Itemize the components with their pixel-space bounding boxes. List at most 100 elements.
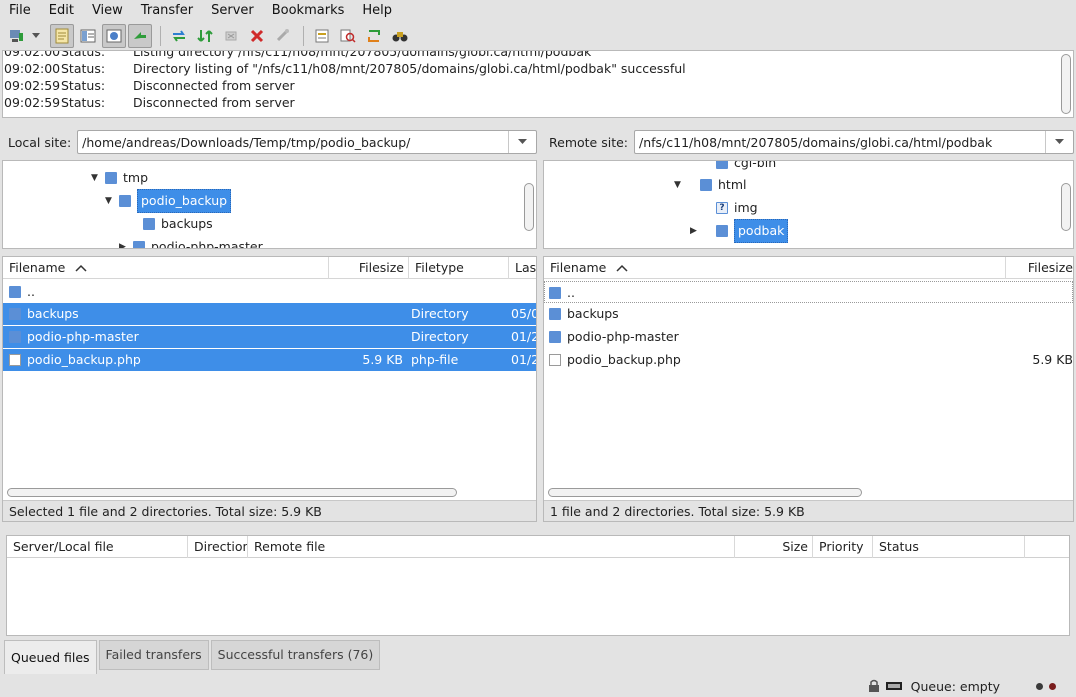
column-label: Remote file	[254, 539, 326, 554]
reconnect-icon[interactable]	[271, 24, 295, 48]
log-message: Listing directory /nfs/c11/h08/mnt/20780…	[133, 50, 592, 59]
menu-bookmarks[interactable]: Bookmarks	[263, 0, 354, 22]
column-last-modified[interactable]: Last	[509, 257, 536, 279]
sync-browse-icon[interactable]	[362, 24, 386, 48]
column-filename[interactable]: Filename	[544, 257, 1006, 279]
queue-tabs: Queued files Failed transfers Successful…	[0, 640, 1076, 674]
queue-header: Server/Local file Direction Remote file …	[7, 536, 1069, 558]
log-type: Status:	[61, 78, 106, 93]
folder-icon	[9, 286, 21, 298]
refresh-icon[interactable]	[167, 24, 191, 48]
remote-list-hscrollbar[interactable]	[548, 488, 862, 497]
log-row: 09:02:00 Status: Listing directory /nfs/…	[3, 50, 1073, 60]
folder-icon	[133, 241, 145, 248]
remote-tree-icon[interactable]	[102, 24, 126, 48]
process-queue-icon[interactable]	[193, 24, 217, 48]
column-filetype[interactable]: Filetype	[409, 257, 509, 279]
folder-icon	[9, 331, 21, 343]
file-row-backups[interactable]: backups	[544, 303, 1073, 325]
filter-icon[interactable]	[310, 24, 334, 48]
menu-transfer[interactable]: Transfer	[132, 0, 202, 22]
column-size[interactable]: Size	[735, 536, 813, 558]
activity-led-right-icon	[1049, 682, 1056, 690]
column-filesize[interactable]: Filesize	[329, 257, 409, 279]
log-message: Disconnected from server	[133, 95, 295, 110]
local-site-bar: Local site: /home/andreas/Downloads/Temp…	[2, 125, 537, 159]
folder-icon	[549, 308, 561, 320]
message-log[interactable]: 09:02:00 Status: Listing directory /nfs/…	[2, 50, 1074, 118]
column-label: Filename	[550, 260, 607, 275]
tree-item-label: html	[718, 177, 747, 192]
activity-led-left-icon	[1036, 682, 1043, 690]
file-row-parent[interactable]: ..	[3, 281, 536, 303]
menu-edit[interactable]: Edit	[40, 0, 83, 22]
expanded-arrow-icon[interactable]: ▼	[105, 190, 119, 212]
disconnect-icon[interactable]	[245, 24, 269, 48]
menu-view[interactable]: View	[83, 0, 132, 22]
collapsed-arrow-icon[interactable]: ▶	[690, 220, 704, 242]
collapsed-arrow-icon[interactable]: ▶	[119, 236, 133, 248]
local-tree-icon[interactable]	[76, 24, 100, 48]
column-server-local-file[interactable]: Server/Local file	[7, 536, 188, 558]
local-path-value[interactable]: /home/andreas/Downloads/Temp/tmp/podio_b…	[78, 135, 508, 150]
tab-queued-files[interactable]: Queued files	[4, 640, 97, 674]
site-manager-icon[interactable]	[4, 24, 28, 48]
expanded-arrow-icon[interactable]: ▼	[674, 174, 688, 196]
search-icon[interactable]	[388, 24, 412, 48]
local-file-list[interactable]: Filename Filesize Filetype Last .. backu…	[2, 256, 537, 522]
transfer-queue[interactable]: Server/Local file Direction Remote file …	[6, 535, 1070, 636]
tree-item-podbak[interactable]: ▶ podbak	[690, 219, 789, 243]
folder-icon	[716, 161, 728, 169]
local-directory-tree[interactable]: ▼ tmp ▼ podio_backup backups ▶ podio-php…	[2, 160, 537, 249]
column-remote-file[interactable]: Remote file	[248, 536, 735, 558]
file-row-parent[interactable]: ..	[544, 281, 1073, 303]
file-row-podio-php-master[interactable]: podio-php-master	[544, 326, 1073, 348]
tree-item-img[interactable]: ? img	[716, 197, 758, 219]
folder-icon	[119, 195, 131, 207]
tree-item-cgi-bin[interactable]: cgi-bin	[716, 161, 776, 174]
file-row-podio-php-master[interactable]: podio-php-master Directory 01/2	[3, 326, 536, 348]
menu-help[interactable]: Help	[353, 0, 401, 22]
tree-item-podio-backup[interactable]: ▼ podio_backup	[105, 189, 232, 213]
cancel-icon[interactable]	[219, 24, 243, 48]
tree-item-podio-php-master[interactable]: ▶ podio-php-master	[119, 236, 263, 248]
chevron-down-icon[interactable]	[508, 131, 536, 153]
local-tree-scrollbar[interactable]	[524, 183, 534, 231]
file-last-modified: 05/0	[511, 306, 537, 321]
tab-successful-transfers[interactable]: Successful transfers (76)	[210, 640, 381, 670]
message-log-icon[interactable]	[50, 24, 74, 48]
file-row-podio-backup-php[interactable]: podio_backup.php 5.9 KB	[544, 349, 1073, 371]
folder-icon	[105, 172, 117, 184]
remote-path-combo[interactable]: /nfs/c11/h08/mnt/207805/domains/globi.ca…	[634, 130, 1074, 154]
remote-tree-scrollbar[interactable]	[1061, 183, 1071, 231]
tree-item-tmp[interactable]: ▼ tmp	[91, 167, 148, 189]
log-scrollbar[interactable]	[1061, 54, 1071, 114]
remote-directory-tree[interactable]: cgi-bin ▼ html ? img ▶ podbak	[543, 160, 1074, 249]
column-priority[interactable]: Priority	[813, 536, 873, 558]
file-row-backups[interactable]: backups Directory 05/0	[3, 303, 536, 325]
local-list-hscrollbar[interactable]	[7, 488, 457, 497]
remote-file-list[interactable]: Filename Filesize .. backups podio-php-m…	[543, 256, 1074, 522]
local-path-combo[interactable]: /home/andreas/Downloads/Temp/tmp/podio_b…	[77, 130, 537, 154]
expanded-arrow-icon[interactable]: ▼	[91, 167, 105, 189]
speed-limit-icon[interactable]	[885, 680, 903, 692]
log-message: Directory listing of "/nfs/c11/h08/mnt/2…	[133, 61, 686, 76]
site-manager-dropdown-icon[interactable]	[30, 24, 42, 48]
menu-file[interactable]: File	[0, 0, 40, 22]
compare-icon[interactable]	[336, 24, 360, 48]
file-icon	[549, 354, 561, 366]
file-row-podio-backup-php[interactable]: podio_backup.php 5.9 KB php-file 01/2	[3, 349, 536, 371]
tree-item-html[interactable]: ▼ html	[674, 174, 746, 196]
file-name: podio-php-master	[567, 329, 679, 344]
transfer-queue-icon[interactable]	[128, 24, 152, 48]
tree-item-backups[interactable]: backups	[143, 213, 213, 235]
queue-status: Queue: empty	[910, 678, 1000, 694]
column-filesize[interactable]: Filesize	[1006, 257, 1073, 279]
menu-server[interactable]: Server	[202, 0, 263, 22]
remote-path-value[interactable]: /nfs/c11/h08/mnt/207805/domains/globi.ca…	[635, 135, 1045, 150]
chevron-down-icon[interactable]	[1045, 131, 1073, 153]
column-filename[interactable]: Filename	[3, 257, 329, 279]
column-direction[interactable]: Direction	[188, 536, 248, 558]
tab-failed-transfers[interactable]: Failed transfers	[98, 640, 209, 670]
column-status[interactable]: Status	[873, 536, 1025, 558]
